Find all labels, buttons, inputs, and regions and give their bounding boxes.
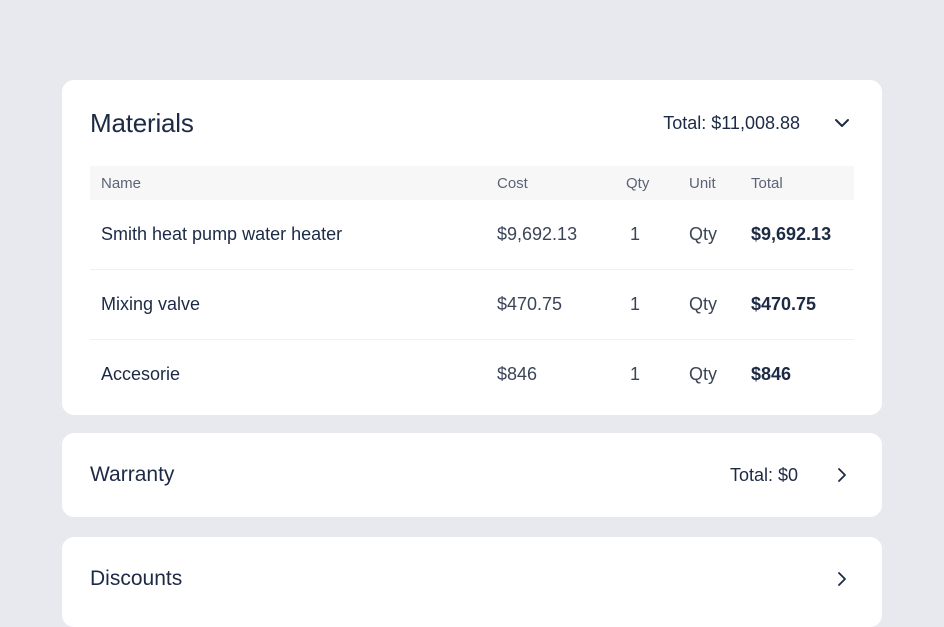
item-unit: Qty	[689, 224, 718, 244]
materials-total: Total: $11,008.88	[663, 112, 800, 133]
table-row[interactable]: Mixing valve $470.75 1 Qty $470.75	[90, 270, 854, 340]
column-header-unit[interactable]: Unit	[689, 166, 751, 200]
item-name: Smith heat pump water heater	[101, 224, 343, 244]
table-header-row: Name Cost Qty Unit Total	[90, 166, 854, 200]
item-qty: 1	[630, 224, 641, 244]
column-header-qty[interactable]: Qty	[626, 166, 689, 200]
column-header-name[interactable]: Name	[90, 166, 497, 200]
item-total: $9,692.13	[751, 224, 832, 244]
warranty-card: Warranty Total: $0	[62, 433, 882, 517]
item-total: $470.75	[751, 294, 817, 314]
materials-title: Materials	[90, 107, 194, 138]
item-cost: $470.75	[497, 294, 563, 314]
warranty-title: Warranty	[90, 463, 175, 486]
item-total: $846	[751, 364, 792, 384]
discounts-header[interactable]: Discounts	[90, 558, 854, 600]
table-row[interactable]: Smith heat pump water heater $9,692.13 1…	[90, 200, 854, 270]
item-name: Accesorie	[101, 364, 181, 384]
chevron-right-icon[interactable]	[830, 463, 854, 487]
materials-table: Name Cost Qty Unit Total Smith heat pump…	[90, 166, 854, 409]
item-name: Mixing valve	[101, 294, 201, 314]
materials-card: Materials Total: $11,008.88 Name Cost Qt…	[62, 80, 882, 415]
warranty-total: Total: $0	[729, 464, 798, 485]
discounts-title: Discounts	[90, 567, 183, 590]
materials-header[interactable]: Materials Total: $11,008.88	[90, 102, 854, 144]
discounts-card: Discounts	[62, 537, 882, 627]
item-qty: 1	[630, 364, 641, 384]
item-unit: Qty	[689, 294, 718, 314]
item-cost: $846	[497, 364, 538, 384]
table-row[interactable]: Accesorie $846 1 Qty $846	[90, 340, 854, 410]
column-header-total[interactable]: Total	[751, 166, 854, 200]
item-qty: 1	[630, 294, 641, 314]
column-header-cost[interactable]: Cost	[497, 166, 626, 200]
item-cost: $9,692.13	[497, 224, 578, 244]
item-unit: Qty	[689, 364, 718, 384]
warranty-header[interactable]: Warranty Total: $0	[90, 454, 854, 496]
chevron-right-icon[interactable]	[830, 567, 854, 591]
chevron-down-icon[interactable]	[830, 111, 854, 135]
